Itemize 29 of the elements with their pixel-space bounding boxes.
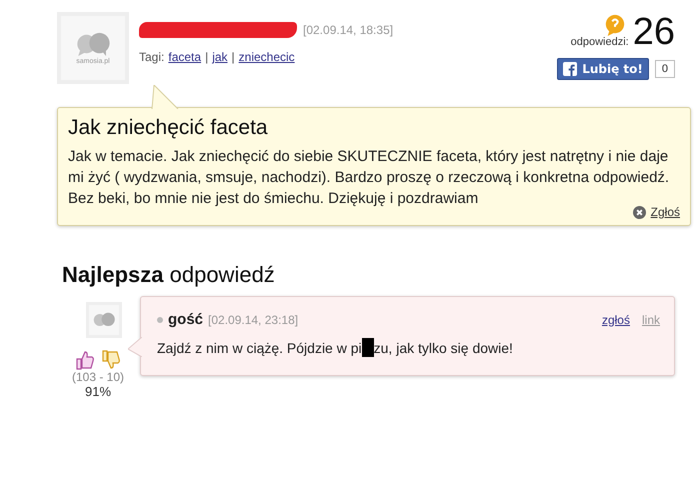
answers-count: 26 bbox=[632, 12, 675, 52]
bullet-icon bbox=[157, 316, 163, 322]
answers-label: odpowiedzi: bbox=[570, 36, 629, 48]
tags-label: Tagi: bbox=[139, 50, 164, 64]
vote-percent: 91% bbox=[84, 384, 112, 399]
tag-link[interactable]: zniechecic bbox=[238, 50, 295, 64]
close-icon bbox=[632, 206, 646, 218]
question-date: [02.09.14, 18:35] bbox=[303, 23, 394, 37]
question-text: Jak w temacie. Jak zniechęcić do siebie SKUTECZNIE faceta, który jest natrętny i nie daje mi żyć ( wydzwania, smsuje, nachodzi). Bardzo proszę o rzeczową i konkretna odpowiedź. Bez beki, bo mnie nie jest do śmiechu. Dziękuję i pozdrawiam bbox=[68, 147, 670, 207]
speech-bubbles-icon bbox=[92, 312, 116, 328]
answer-date: [02.09.14, 23:18] bbox=[208, 312, 298, 326]
question-bubble-icon bbox=[604, 14, 626, 36]
thumbs-down-icon[interactable] bbox=[101, 350, 121, 370]
question-title: Jak zniechęcić faceta bbox=[68, 116, 269, 140]
answer-text: Zajdź z nim w ciążę. Pójdzie w pi bbox=[157, 340, 362, 356]
tag-separator: | bbox=[205, 50, 208, 64]
vote-count: (103 - 10) bbox=[72, 370, 124, 384]
thumbs-up-icon[interactable] bbox=[75, 350, 95, 370]
section-heading: Najlepsza odpowiedź bbox=[62, 262, 275, 287]
tag-link[interactable]: faceta bbox=[168, 50, 202, 64]
tag-link[interactable]: jak bbox=[212, 50, 228, 64]
answer-text: zu, jak tylko się dowie! bbox=[374, 340, 513, 356]
report-link[interactable]: zgłoś bbox=[602, 312, 630, 326]
like-button[interactable]: Lubię to! bbox=[557, 58, 649, 80]
tag-separator: | bbox=[232, 50, 235, 64]
facebook-icon bbox=[563, 62, 578, 76]
answer-author: gość bbox=[168, 311, 204, 328]
like-count: 0 bbox=[654, 60, 675, 78]
report-link[interactable]: Zgłoś bbox=[632, 205, 680, 219]
